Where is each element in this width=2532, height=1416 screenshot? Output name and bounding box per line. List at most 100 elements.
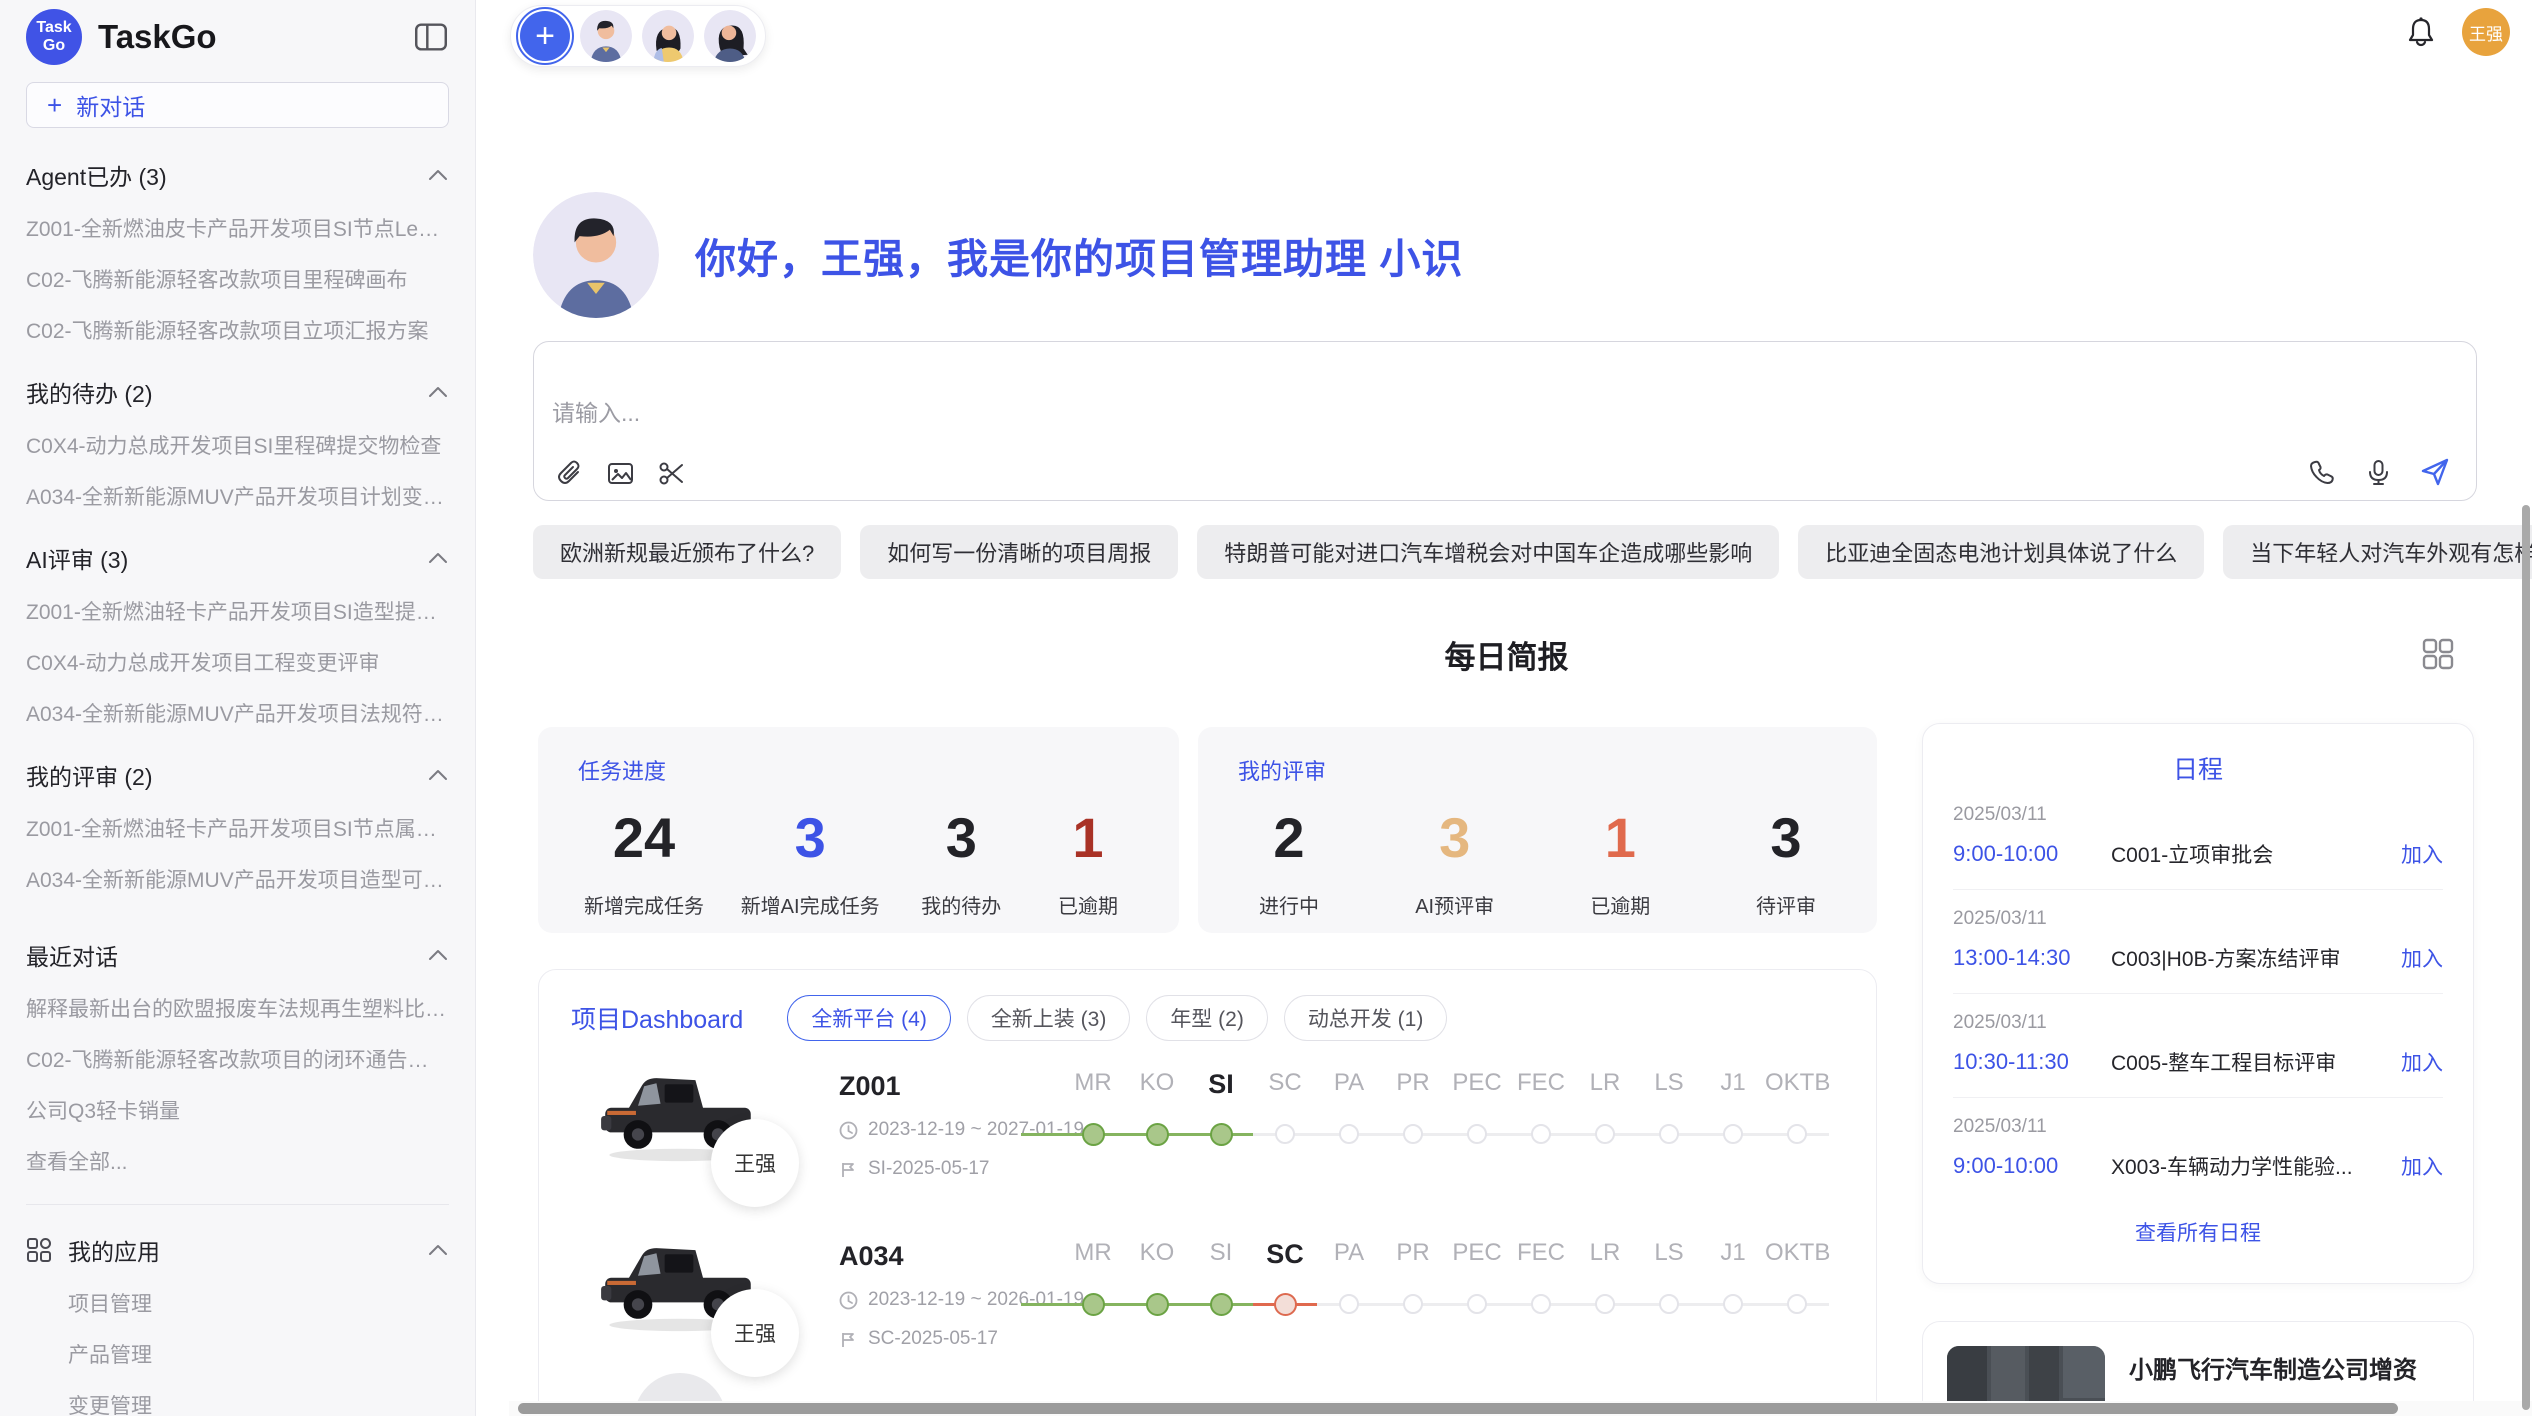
milestone-dot[interactable]: [1403, 1294, 1423, 1314]
milestone-dot[interactable]: [1595, 1294, 1615, 1314]
milestone-dot-done[interactable]: [1146, 1123, 1169, 1146]
milestone-label: SC: [1253, 1069, 1317, 1100]
paperclip-icon[interactable]: [556, 460, 583, 487]
vertical-scrollbar-thumb[interactable]: [2522, 505, 2530, 1410]
list-item[interactable]: A034-全新新能源MUV产品开发项目法规符合性评审: [26, 698, 449, 728]
stat-new-done[interactable]: 24 新增完成任务: [584, 810, 704, 919]
greeting-text: 你好，王强，我是你的项目管理助理 小识: [695, 225, 1463, 285]
list-item[interactable]: Z001-全新燃油轻卡产品开发项目SI节点属性5D文件评审: [26, 813, 449, 843]
list-item[interactable]: C0X4-动力总成开发项目SI里程碑提交物检查: [26, 430, 449, 460]
suggestion-chip[interactable]: 如何写一份清晰的项目周报: [860, 525, 1178, 579]
milestone-dot[interactable]: [1531, 1294, 1551, 1314]
list-item[interactable]: C0X4-动力总成开发项目工程变更评审: [26, 647, 449, 677]
filter-pill[interactable]: 全新上装 (3): [967, 995, 1131, 1041]
layout-grid-icon[interactable]: [2420, 636, 2456, 672]
schedule-panel: 日程 2025/03/11 9:00-10:00 C001-立项审批会 加入 2…: [1922, 723, 2474, 1284]
filter-pill[interactable]: 年型 (2): [1146, 995, 1268, 1041]
milestone-dot-done[interactable]: [1082, 1123, 1105, 1146]
milestone-dot-done[interactable]: [1210, 1293, 1233, 1316]
list-item[interactable]: A034-全新新能源MUV产品开发项目造型可行性评审: [26, 864, 449, 894]
suggestion-chip[interactable]: 当下年轻人对汽车外观有怎样的喜好趋势: [2223, 525, 2532, 579]
join-link[interactable]: 加入: [2401, 1047, 2443, 1077]
app-item-project-mgmt[interactable]: 项目管理: [68, 1288, 449, 1318]
send-icon[interactable]: [2420, 457, 2450, 487]
stat-value: 3: [916, 810, 1006, 866]
task-progress-card: 任务进度 24 新增完成任务 3 新增AI完成任务 3 我的待办 1 已逾期: [538, 727, 1179, 933]
list-item[interactable]: C02-飞腾新能源轻客改款项目里程碑画布: [26, 264, 449, 294]
scissors-icon[interactable]: [658, 460, 685, 487]
collapse-sidebar-icon[interactable]: [415, 22, 447, 52]
view-all-schedule-link[interactable]: 查看所有日程: [1953, 1217, 2443, 1247]
new-chat-button[interactable]: + 新对话: [26, 82, 449, 128]
milestone-dot[interactable]: [1339, 1124, 1359, 1144]
suggestion-chip[interactable]: 特朗普可能对进口汽车增税会对中国车企造成哪些影响: [1197, 525, 1779, 579]
recent-chat-item[interactable]: C02-飞腾新能源轻客改款项目的闭环通告反馈情况: [26, 1044, 449, 1074]
agent-avatar[interactable]: [704, 10, 756, 62]
join-link[interactable]: 加入: [2401, 1151, 2443, 1181]
stat-my-todo[interactable]: 3 我的待办: [916, 810, 1006, 919]
apps-grid-icon: [26, 1237, 52, 1263]
milestone-dot[interactable]: [1723, 1124, 1743, 1144]
project-row-a034[interactable]: 王强 A034 2023-12-19 ~ 2026-01-19 SC-2025-…: [539, 1233, 1876, 1391]
milestone-dot[interactable]: [1275, 1124, 1295, 1144]
milestone-dot[interactable]: [1403, 1124, 1423, 1144]
stat-pending-review[interactable]: 3 待评审: [1741, 810, 1831, 919]
chat-input[interactable]: [552, 400, 1752, 427]
join-link[interactable]: 加入: [2401, 839, 2443, 869]
stat-overdue[interactable]: 1 已逾期: [1043, 810, 1133, 919]
recent-chat-item[interactable]: 公司Q3轻卡销量: [26, 1095, 449, 1125]
stat-row: 2 进行中 3 AI预评审 1 已逾期 3 待评审: [1238, 810, 1837, 919]
notification-bell-icon[interactable]: [2406, 16, 2436, 48]
suggestion-chip[interactable]: 欧洲新规最近颁布了什么?: [533, 525, 841, 579]
stat-new-ai-done[interactable]: 3 新增AI完成任务: [741, 810, 880, 919]
section-header[interactable]: AI评审 (3): [26, 541, 449, 575]
recent-chat-item[interactable]: 解释最新出台的欧盟报废车法规再生塑料比例被调至15%...: [26, 993, 449, 1023]
milestone-dot[interactable]: [1531, 1124, 1551, 1144]
milestone-dot[interactable]: [1659, 1294, 1679, 1314]
add-agent-button[interactable]: +: [520, 11, 570, 61]
app-item-product-mgmt[interactable]: 产品管理: [68, 1339, 449, 1369]
horizontal-scrollbar-thumb[interactable]: [518, 1403, 2398, 1414]
join-link[interactable]: 加入: [2401, 943, 2443, 973]
app-item-change-mgmt[interactable]: 变更管理: [68, 1390, 449, 1416]
milestone-dot-overdue[interactable]: [1274, 1293, 1297, 1316]
milestone-dot[interactable]: [1787, 1294, 1807, 1314]
milestone-track: [1061, 1120, 1851, 1148]
filter-pill-active[interactable]: 全新平台 (4): [787, 995, 951, 1041]
milestone-dot[interactable]: [1787, 1124, 1807, 1144]
schedule-item: 2025/03/11 9:00-10:00 C001-立项审批会 加入: [1953, 786, 2443, 890]
milestone-dot-done[interactable]: [1082, 1293, 1105, 1316]
milestone-dot[interactable]: [1339, 1294, 1359, 1314]
list-item[interactable]: C02-飞腾新能源轻客改款项目立项汇报方案: [26, 315, 449, 345]
milestone-dot[interactable]: [1659, 1124, 1679, 1144]
user-avatar[interactable]: 王强: [2462, 8, 2510, 56]
section-header[interactable]: Agent已办 (3): [26, 158, 449, 192]
project-row-z001[interactable]: 王强 Z001 2023-12-19 ~ 2027-01-19 SI-2025-…: [539, 1063, 1876, 1221]
milestone-dot[interactable]: [1723, 1294, 1743, 1314]
milestone-dot[interactable]: [1467, 1294, 1487, 1314]
section-header[interactable]: 我的评审 (2): [26, 758, 449, 792]
milestone-dot-done[interactable]: [1146, 1293, 1169, 1316]
stat-in-progress[interactable]: 2 进行中: [1244, 810, 1334, 919]
stat-review-overdue[interactable]: 1 已逾期: [1575, 810, 1665, 919]
agent-avatar[interactable]: [580, 10, 632, 62]
clock-icon: [839, 1291, 858, 1310]
image-icon[interactable]: [607, 460, 634, 487]
view-all-chats[interactable]: 查看全部...: [26, 1146, 449, 1176]
section-header[interactable]: 我的待办 (2): [26, 375, 449, 409]
milestone-dot[interactable]: [1467, 1124, 1487, 1144]
section-header[interactable]: 最近对话: [26, 938, 449, 972]
list-item[interactable]: Z001-全新燃油轻卡产品开发项目SI造型提交物评审: [26, 596, 449, 626]
milestone-dot-done[interactable]: [1210, 1123, 1233, 1146]
phone-icon[interactable]: [2310, 459, 2337, 486]
suggestion-chips: 欧洲新规最近颁布了什么? 如何写一份清晰的项目周报 特朗普可能对进口汽车增税会对…: [533, 525, 2532, 579]
microphone-icon[interactable]: [2365, 459, 2392, 486]
my-apps-header[interactable]: 我的应用: [26, 1233, 449, 1267]
list-item[interactable]: Z001-全新燃油皮卡产品开发项目SI节点Lesson Learn报告: [26, 213, 449, 243]
list-item[interactable]: A034-全新新能源MUV产品开发项目计划变更表编写: [26, 481, 449, 511]
stat-ai-prereview[interactable]: 3 AI预评审: [1410, 810, 1500, 919]
agent-avatar[interactable]: [642, 10, 694, 62]
milestone-dot[interactable]: [1595, 1124, 1615, 1144]
suggestion-chip[interactable]: 比亚迪全固态电池计划具体说了什么: [1798, 525, 2204, 579]
filter-pill[interactable]: 动总开发 (1): [1284, 995, 1448, 1041]
